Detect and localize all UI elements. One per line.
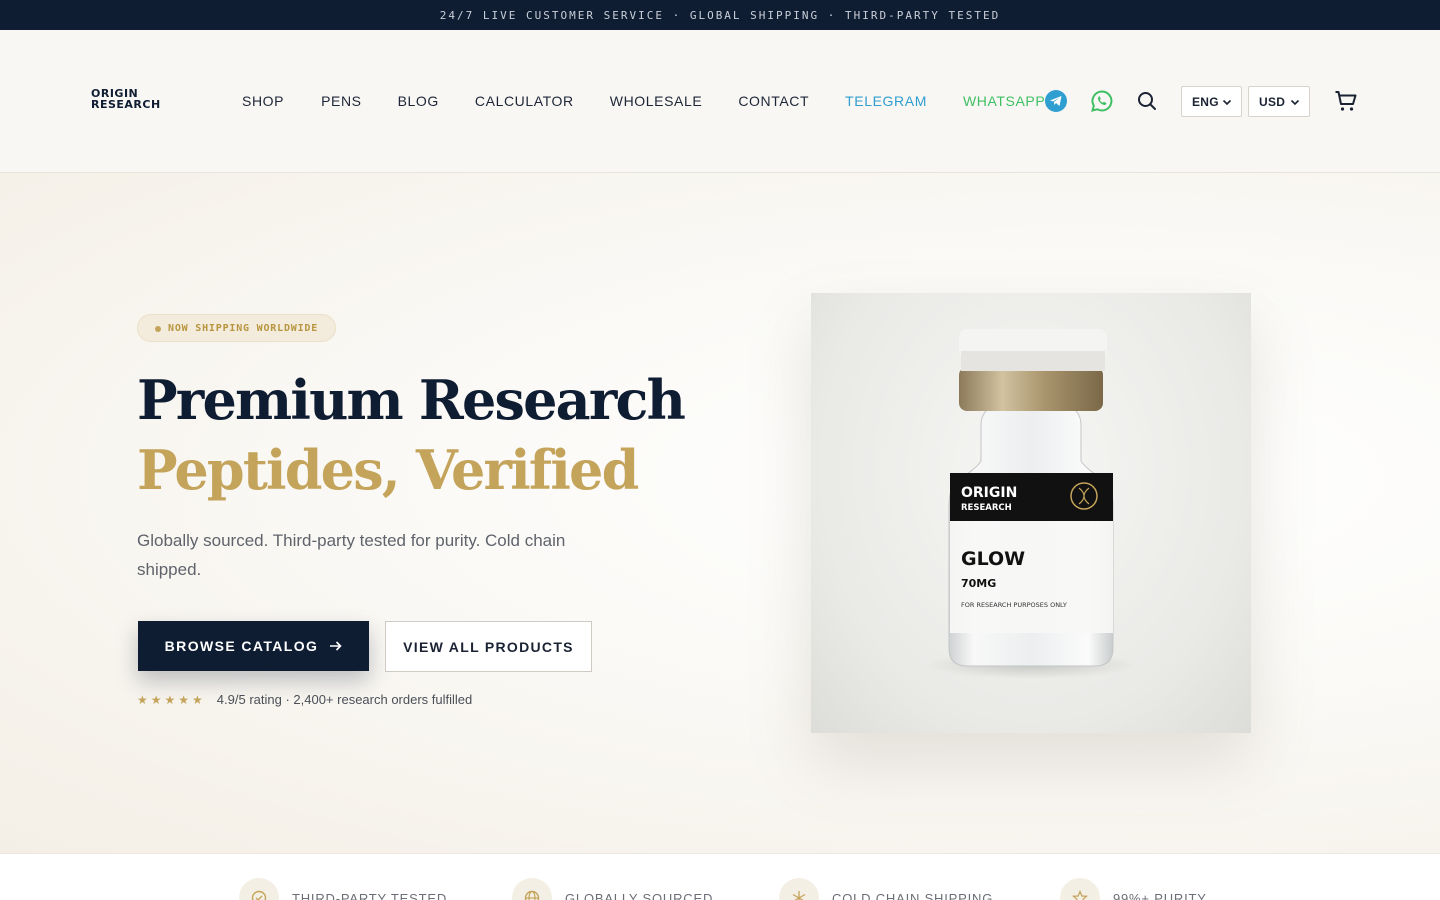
star-icon: [1060, 878, 1100, 900]
check-badge-icon: [239, 878, 279, 900]
language-select[interactable]: ENG: [1181, 86, 1242, 117]
feature-label: THIRD-PARTY TESTED: [292, 890, 448, 900]
vial-product-name: GLOW: [961, 548, 1025, 570]
features-bar: THIRD-PARTY TESTED GLOBALLY SOURCED COLD…: [0, 853, 1440, 900]
feature-label: COLD CHAIN SHIPPING: [832, 890, 994, 900]
hero-subtitle: Globally sourced. Third-party tested for…: [137, 531, 566, 579]
feature-cold-chain: COLD CHAIN SHIPPING: [779, 878, 993, 900]
vial-illustration: ORIGIN RESEARCH GLOW 70MG FOR RESEARCH P…: [926, 329, 1136, 679]
rating-row: ★★★★★ 4.9/5 rating · 2,400+ research ord…: [137, 692, 472, 707]
view-all-products-button[interactable]: VIEW ALL PRODUCTS: [385, 621, 592, 672]
feature-globally-sourced: GLOBALLY SOURCED: [512, 878, 713, 900]
currency-select[interactable]: USD: [1248, 86, 1310, 117]
vial-brand-1: ORIGIN: [961, 485, 1017, 501]
site-header: ORIGIN RESEARCH SHOP PENS BLOG CALCULATO…: [0, 30, 1440, 173]
feature-third-party-tested: THIRD-PARTY TESTED: [239, 878, 447, 900]
feature-label: GLOBALLY SOURCED: [565, 890, 714, 900]
brand-line-2: RESEARCH: [91, 98, 161, 111]
vial-brand-2: RESEARCH: [961, 503, 1012, 513]
badge-dot: [155, 326, 161, 332]
hero-section: NOW SHIPPING WORLDWIDE Premium Research …: [0, 173, 1440, 853]
browse-catalog-label: BROWSE CATALOG: [164, 638, 319, 654]
rating-stars: ★★★★★: [137, 692, 206, 707]
announcement-text: 24/7 LIVE CUSTOMER SERVICE · GLOBAL SHIP…: [439, 8, 1001, 22]
arrow-right-icon: [330, 641, 342, 651]
search-icon[interactable]: [1136, 90, 1158, 112]
vial-dose: 70MG: [961, 577, 996, 590]
feature-label: 99%+ PURITY: [1113, 890, 1207, 900]
hero-title-line-2: Peptides, Verified: [137, 438, 639, 502]
chevron-down-icon: [1290, 96, 1300, 110]
language-value: ENG: [1192, 94, 1219, 109]
nav-calculator[interactable]: CALCULATOR: [475, 93, 574, 109]
rating-text: 4.9/5 rating · 2,400+ research orders fu…: [216, 692, 473, 707]
product-image: ORIGIN RESEARCH GLOW 70MG FOR RESEARCH P…: [811, 293, 1251, 733]
nav-wholesale[interactable]: WHOLESALE: [610, 93, 703, 109]
vial-note: FOR RESEARCH PURPOSES ONLY: [961, 601, 1067, 609]
brand-logo[interactable]: ORIGIN RESEARCH: [91, 88, 161, 110]
nav-contact[interactable]: CONTACT: [738, 93, 809, 109]
browse-catalog-button[interactable]: BROWSE CATALOG: [138, 621, 369, 671]
nav-telegram[interactable]: TELEGRAM: [845, 93, 927, 109]
globe-icon: [512, 878, 552, 900]
feature-purity: 99%+ PURITY: [1060, 878, 1207, 900]
whatsapp-icon[interactable]: [1090, 89, 1114, 113]
snowflake-icon: [779, 878, 819, 900]
currency-value: USD: [1259, 94, 1286, 109]
nav-whatsapp[interactable]: WHATSAPP: [963, 93, 1045, 109]
cart-icon[interactable]: [1333, 88, 1359, 114]
nav-pens[interactable]: PENS: [321, 93, 362, 109]
nav-blog[interactable]: BLOG: [398, 93, 439, 109]
main-nav: SHOP PENS BLOG CALCULATOR WHOLESALE CONT…: [242, 93, 1045, 109]
badge-text: NOW SHIPPING WORLDWIDE: [168, 322, 319, 334]
telegram-icon[interactable]: [1045, 90, 1067, 112]
nav-shop[interactable]: SHOP: [242, 93, 284, 109]
shipping-badge: NOW SHIPPING WORLDWIDE: [137, 314, 337, 342]
announcement-bar: 24/7 LIVE CUSTOMER SERVICE · GLOBAL SHIP…: [0, 0, 1440, 30]
hero-title-line-1: Premium Research: [137, 368, 686, 432]
chevron-down-icon: [1222, 96, 1232, 110]
